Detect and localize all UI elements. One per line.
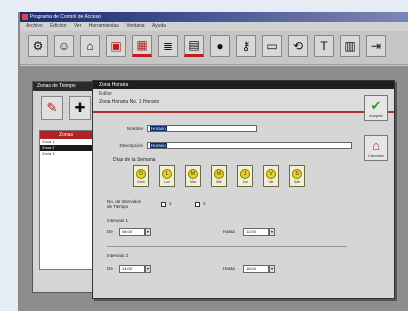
report-icon[interactable]: ≣ xyxy=(158,35,178,57)
menu-archivo[interactable]: Archivo xyxy=(26,23,43,29)
app-icon xyxy=(22,14,28,20)
day-monday-button[interactable]: L Lun xyxy=(159,165,175,187)
time-zone-dialog: Zona Horaria Editar Zona Horaria No. 1 H… xyxy=(92,80,395,299)
interval-count-2-radio[interactable] xyxy=(195,202,200,207)
zones-list-header: Zonas xyxy=(40,131,92,139)
interval-2-to-spinner[interactable]: ▾ xyxy=(269,265,275,273)
interval-2-to-field[interactable]: 18:00 xyxy=(243,265,269,273)
menu-edicion[interactable]: Edición xyxy=(50,23,66,29)
interval-2-from-field[interactable]: 14:00 xyxy=(119,265,145,273)
days-label: Días de la Semana xyxy=(113,157,156,163)
cancel-button[interactable]: ⌂ Cancelar xyxy=(364,135,388,161)
interval-1-label: Intervalo 1 xyxy=(107,218,129,223)
interval-1-from-field[interactable]: 08:00 xyxy=(119,228,145,236)
interval-1-from-label: De xyxy=(107,229,113,234)
description-field[interactable]: Horario xyxy=(147,142,352,149)
sign-icon[interactable]: T xyxy=(314,35,334,57)
monitor-icon[interactable]: ▭ xyxy=(262,35,282,57)
list-item[interactable]: Zona 3 xyxy=(40,151,92,157)
title-bar: Programa de Control de Acceso xyxy=(20,12,408,22)
description-label: Descripción xyxy=(119,143,143,148)
users-icon[interactable]: ☺ xyxy=(54,35,74,57)
day-saturday-button[interactable]: S Sáb xyxy=(289,165,305,187)
intervals-label: No. de Intervalos de Tiempo xyxy=(107,199,142,209)
schedule-icon[interactable]: ▤ xyxy=(184,35,204,57)
new-icon[interactable]: ✚ xyxy=(69,96,91,120)
ok-label: Aceptar xyxy=(369,112,383,118)
interval-1-from-spinner[interactable]: ▾ xyxy=(145,228,151,236)
interval-2-label: Intervalo 2 xyxy=(107,253,129,258)
dialog-header: Editar Zona Horaria No. 1 Horario xyxy=(93,89,394,113)
dialog-header-subtitle: Zona Horaria No. 1 Horario xyxy=(99,99,160,105)
key-icon[interactable]: ⚷ xyxy=(236,35,256,57)
toolbar: ⚙ ☺ ⌂ ▣ ▦ ≣ ▤ ● ⚷ ▭ ⟲ T ▥ ⇥ xyxy=(20,31,408,65)
settings-icon[interactable]: ⚙ xyxy=(28,35,48,57)
menu-ayuda[interactable]: Ayuda xyxy=(152,23,166,29)
edit-icon[interactable]: ✎ xyxy=(41,96,63,120)
name-field[interactable]: Horario xyxy=(147,125,257,132)
door-icon[interactable]: ▣ xyxy=(106,35,126,57)
interval-1-to-field[interactable]: 12:00 xyxy=(243,228,269,236)
interval-divider xyxy=(107,246,347,247)
day-sunday-button[interactable]: D Dom xyxy=(133,165,149,187)
network-icon[interactable]: ⟲ xyxy=(288,35,308,57)
time-zones-title: Zonas de Tiempo xyxy=(37,83,76,89)
dialog-header-action: Editar xyxy=(99,91,113,97)
grid-icon[interactable]: ▥ xyxy=(340,35,360,57)
interval-1-to-label: Hasta xyxy=(223,229,235,234)
day-thursday-button[interactable]: J Jue xyxy=(237,165,253,187)
cancel-label: Cancelar xyxy=(367,152,384,158)
check-icon: ✔ xyxy=(370,97,382,113)
menu-ver[interactable]: Ver xyxy=(74,23,82,29)
menu-bar: Archivo Edición Ver Herramientas Ventana… xyxy=(20,22,408,31)
interval-count-2-label: 2 xyxy=(203,201,206,206)
calendar-icon[interactable]: ▦ xyxy=(132,35,152,57)
window-title: Programa de Control de Acceso xyxy=(30,14,101,20)
interval-2-from-spinner[interactable]: ▾ xyxy=(145,265,151,273)
zones-list: Zonas Zona 1 Zona 2 Zona 3 xyxy=(39,130,93,270)
menu-ventana[interactable]: Ventana xyxy=(126,23,144,29)
interval-2-from-label: De xyxy=(107,266,113,271)
interval-count-1-radio[interactable] xyxy=(161,202,166,207)
exit-icon[interactable]: ⇥ xyxy=(366,35,386,57)
day-wednesday-button[interactable]: M Mié xyxy=(211,165,227,187)
ok-button[interactable]: ✔ Aceptar xyxy=(364,95,388,121)
cancel-icon: ⌂ xyxy=(372,137,380,153)
interval-count-1-label: 1 xyxy=(169,201,172,206)
interval-2-to-label: Hasta xyxy=(223,266,235,271)
day-tuesday-button[interactable]: M Mar xyxy=(185,165,201,187)
menu-herramientas[interactable]: Herramientas xyxy=(89,23,119,29)
globe-icon[interactable]: ● xyxy=(210,35,230,57)
name-label: Nombre xyxy=(126,126,143,131)
building-icon[interactable]: ⌂ xyxy=(80,35,100,57)
day-friday-button[interactable]: V Vie xyxy=(263,165,279,187)
dialog-title: Zona Horaria xyxy=(93,81,394,89)
interval-1-to-spinner[interactable]: ▾ xyxy=(269,228,275,236)
